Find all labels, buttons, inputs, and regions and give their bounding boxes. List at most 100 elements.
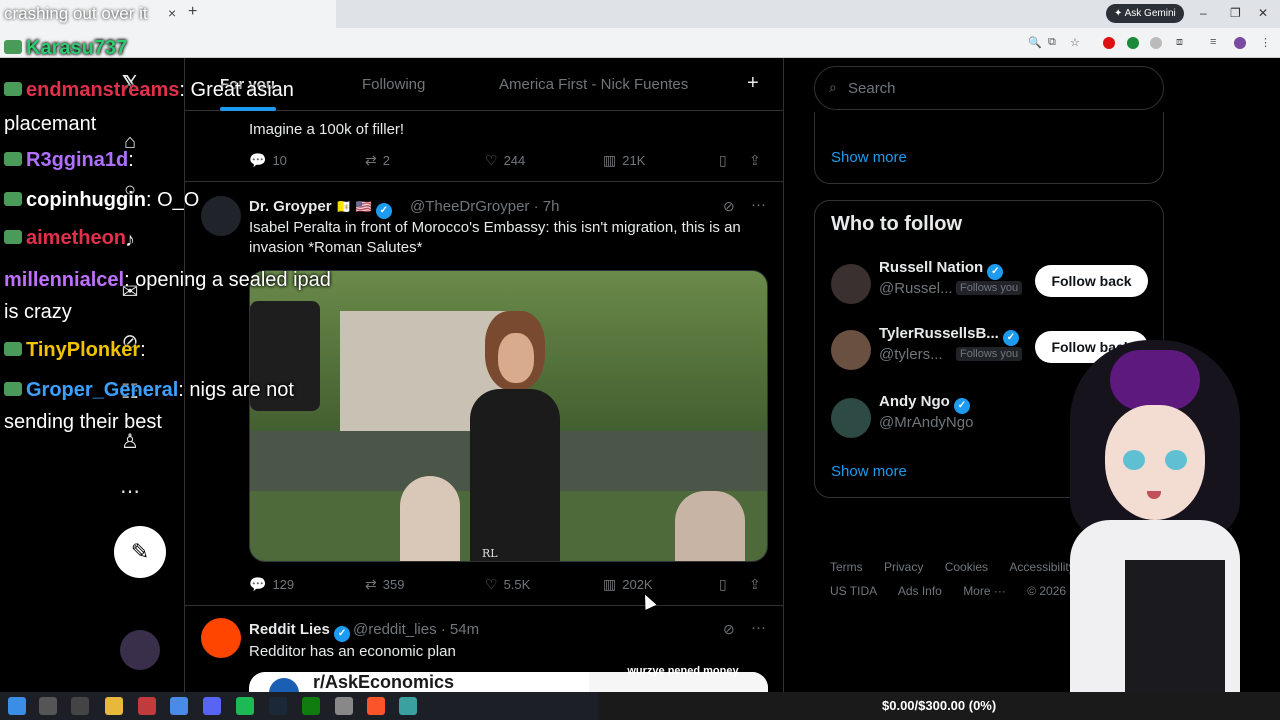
footer-privacy-link[interactable]: Privacy [884,560,923,574]
share-button[interactable]: ⇪ [749,576,767,593]
footer-more-link[interactable]: More ··· [963,584,1006,598]
reply-button[interactable]: 💬 129 [249,576,294,593]
close-window-icon[interactable]: ✕ [1258,6,1268,20]
file-explorer-icon[interactable] [105,697,123,715]
grok-explain-icon[interactable]: ⊘ [723,621,735,638]
chat-text: is crazy [4,301,72,323]
chat-text: : nigs are not [178,379,294,401]
verified-badge-icon: ✓ [375,203,392,219]
repost-count: 2 [382,153,390,168]
tab-custom-list[interactable]: America First - Nick Fuentes [499,76,688,93]
footer-cookies-link[interactable]: Cookies [945,560,988,574]
app-icon[interactable] [399,697,417,715]
bookmark-icon: ▯ [719,576,727,592]
chat-username: TinyPlonker [26,339,141,361]
task-view-icon[interactable] [71,697,89,715]
post-more-icon[interactable]: ··· [751,619,766,636]
tab-search-icon[interactable]: ≡ [1210,36,1216,48]
account-avatar[interactable] [120,630,160,670]
install-icon[interactable]: ⧉ [1048,36,1056,49]
media-speaker [460,311,570,561]
avatar[interactable] [831,264,871,304]
grok-explain-icon[interactable]: ⊘ [723,198,735,215]
trends-box: Show more [814,112,1164,184]
post-handle[interactable]: @reddit_lies · 54m [353,621,479,638]
avatar[interactable] [831,398,871,438]
search-taskbar-icon[interactable] [39,697,57,715]
suggestion-name[interactable]: Andy Ngo ✓ [879,393,970,414]
minimize-icon[interactable]: – [1200,6,1207,20]
app-icon[interactable] [335,697,353,715]
new-tab-icon[interactable]: + [188,3,197,21]
who-to-follow-title: Who to follow [831,213,963,235]
share-button[interactable]: ⇪ [749,152,767,169]
add-tab-icon[interactable]: + [747,72,759,95]
obs-icon[interactable] [138,697,156,715]
chat-message: copinhuggin: O_O [4,188,199,212]
vtuber-corset [1125,560,1225,692]
compose-post-button[interactable]: ✎ [114,526,166,578]
repost-button[interactable]: ⇄ 359 [365,576,404,593]
follow-back-button[interactable]: Follow back [1035,265,1148,297]
extension-icon[interactable] [1150,37,1162,49]
post-author-name[interactable]: Reddit Lies ✓ [249,621,351,642]
like-button[interactable]: ♡ 244 [485,152,525,169]
tab-following[interactable]: Following [362,76,425,93]
bookmark-button[interactable]: ▯ [719,576,733,593]
chat-badge-icon [4,40,22,54]
zoom-icon[interactable]: 🔍 [1028,36,1042,49]
suggestion-name[interactable]: Russell Nation ✓ [879,259,1004,280]
tab-close-icon[interactable]: × [168,5,176,21]
chat-message: Karasu737 [4,36,127,60]
avatar[interactable] [831,330,871,370]
views-button[interactable]: ▥ 202K [603,576,653,593]
repost-button[interactable]: ⇄ 2 [365,152,390,169]
footer-ads-link[interactable]: US TIDA [830,584,876,598]
show-more-link[interactable]: Show more [831,149,907,166]
steam-icon[interactable] [269,697,287,715]
discord-icon[interactable] [203,697,221,715]
extension-icon[interactable] [1103,37,1115,49]
chat-message: R3ggina1d: [4,148,134,172]
spotify-icon[interactable] [236,697,254,715]
bookmark-button[interactable]: ▯ [719,152,733,169]
ask-gemini-button[interactable]: ✦ Ask Gemini [1106,4,1184,23]
views-icon: ▥ [603,152,617,168]
suggestion-name[interactable]: TylerRussellsB... ✓ [879,325,1019,346]
post-more-icon[interactable]: ··· [751,196,766,213]
avatar[interactable] [201,618,241,658]
windows-start-icon[interactable] [8,697,26,715]
footer-ads-info-link[interactable]: Ads Info [898,584,942,598]
browser-tabbar: × + ✦ Ask Gemini – ❐ ✕ [0,0,1280,28]
view-count: 21K [622,153,646,168]
chrome-icon[interactable] [170,697,188,715]
extension-icon[interactable] [1127,37,1139,49]
post-handle[interactable]: @TheeDrGroyper · 7h [410,198,559,215]
bookmark-star-icon[interactable]: ☆ [1070,36,1080,49]
xbox-icon[interactable] [302,697,320,715]
footer-terms-link[interactable]: Terms [830,560,863,574]
show-more-link[interactable]: Show more [831,463,907,480]
profile-avatar[interactable] [1234,37,1246,49]
reddit-logo-icon [269,678,299,692]
chat-text: sending their best [4,411,162,433]
browser-menu-icon[interactable]: ⋮ [1260,36,1271,49]
search-input[interactable]: ⌕ Search [814,66,1164,110]
media-speaker-face [498,333,534,383]
verified-badge-icon: ✓ [987,264,1004,280]
restore-icon[interactable]: ❐ [1230,6,1241,20]
views-button[interactable]: ▥ 21K [603,152,645,169]
chat-username: endmanstreams [26,79,180,101]
like-count: 244 [503,153,526,168]
vtuber-avatar [1050,330,1260,692]
media-speaker-body [470,389,560,561]
chat-message: millennialcel: opening a sealed ipad [4,268,331,292]
extensions-puzzle-icon[interactable]: ⧈ [1176,36,1183,49]
verified-badge-icon: ✓ [334,626,351,642]
donation-goal-text: $0.00/$300.00 (0%) [882,698,997,713]
like-button[interactable]: ♡ 5.5K [485,576,530,593]
follow-suggestion[interactable]: Russell Nation ✓ @Russel... Follows you … [815,259,1165,309]
brave-icon[interactable] [367,697,385,715]
more-icon[interactable]: ⋯ [118,480,142,504]
heart-icon: ♡ [485,576,498,592]
